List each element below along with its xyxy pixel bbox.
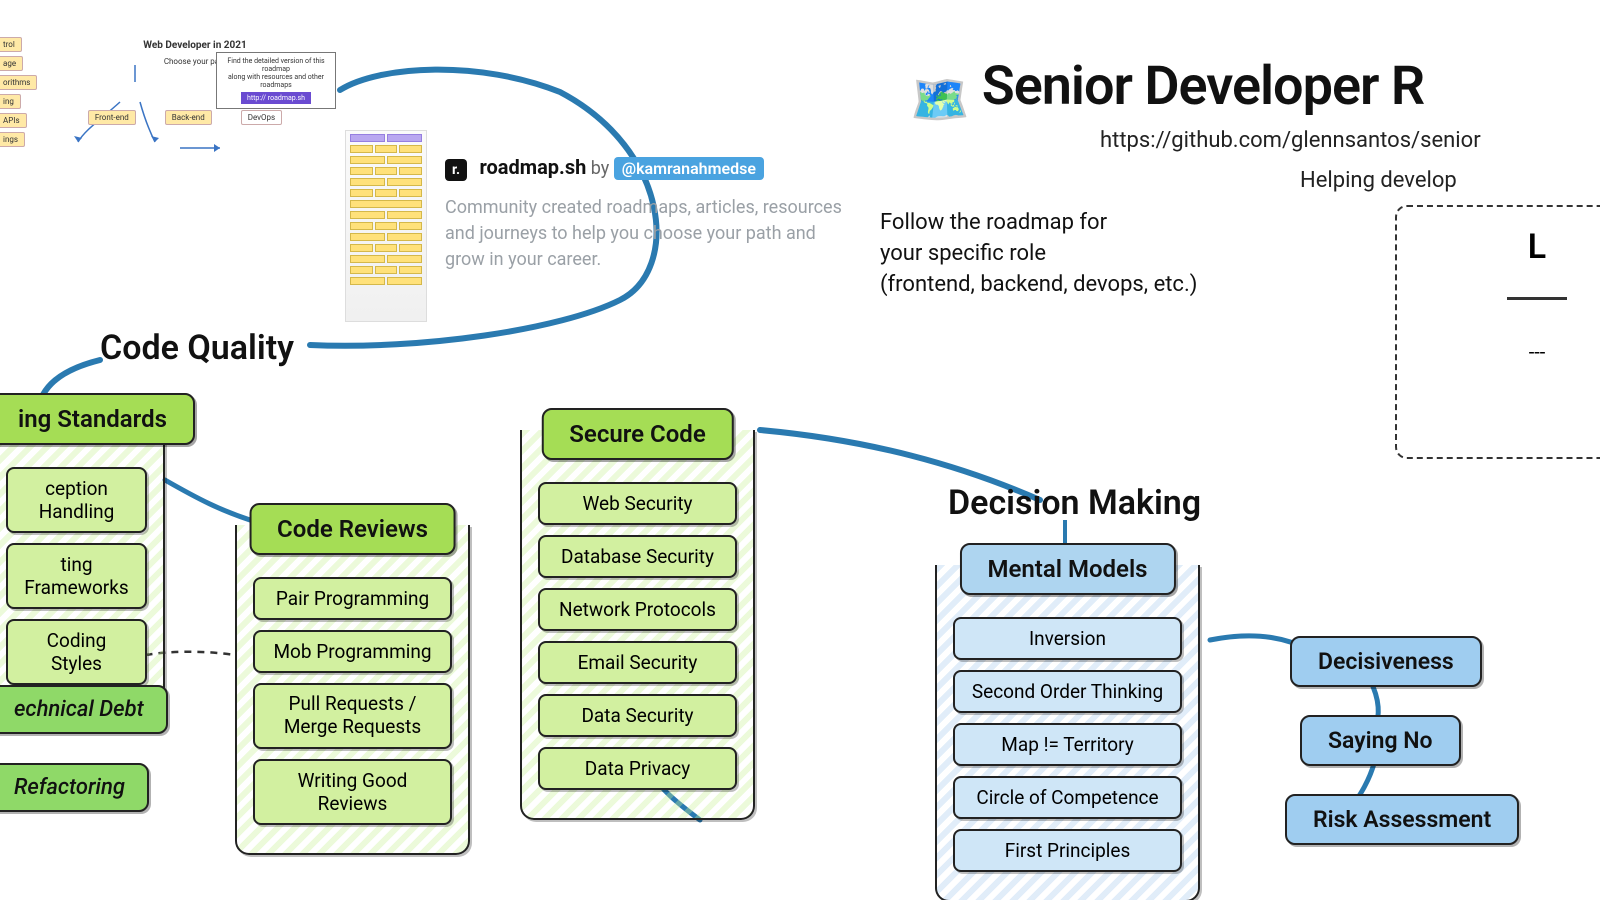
group-coding-standards: ing Standards ception Handling ting Fram…	[0, 415, 165, 715]
legend-optional: ---	[1427, 340, 1600, 364]
follow-line3: (frontend, backend, devops, etc.)	[880, 270, 1197, 301]
repo-url[interactable]: https://github.com/glennsantos/senior	[1100, 128, 1481, 153]
item-pull-requests[interactable]: Pull Requests / Merge Requests	[253, 683, 452, 749]
inset-tag: APIs	[0, 113, 27, 128]
group-head-mental-models[interactable]: Mental Models	[959, 543, 1175, 595]
item-database-security[interactable]: Database Security	[538, 535, 737, 578]
section-code-quality: Code Quality	[100, 328, 294, 368]
item-exception-handling[interactable]: ception Handling	[6, 467, 147, 533]
inset-note-l2: along with resources and other roadmaps	[221, 73, 331, 89]
inset-note-box: Find the detailed version of this roadma…	[216, 52, 336, 109]
section-decision-making: Decision Making	[948, 483, 1201, 523]
roadmapsh-logo-icon: r.	[445, 159, 467, 181]
item-mob-programming[interactable]: Mob Programming	[253, 630, 452, 673]
pill-risk-assessment[interactable]: Risk Assessment	[1285, 794, 1519, 845]
item-second-order-thinking[interactable]: Second Order Thinking	[953, 670, 1182, 713]
follow-line2: your specific role	[880, 239, 1197, 270]
item-network-protocols[interactable]: Network Protocols	[538, 588, 737, 631]
inset-path-backend: Back-end	[165, 110, 212, 125]
roadmapsh-site[interactable]: roadmap.sh	[479, 155, 586, 179]
roadmapsh-thumb	[345, 130, 427, 322]
group-head-code-reviews[interactable]: Code Reviews	[249, 503, 456, 555]
roadmapsh-card: r. roadmap.sh by @kamranahmedse Communit…	[445, 155, 855, 273]
item-pair-programming[interactable]: Pair Programming	[253, 577, 452, 620]
roadmapsh-desc: Community created roadmaps, articles, re…	[445, 195, 855, 273]
pill-decisiveness[interactable]: Decisiveness	[1290, 636, 1482, 687]
map-icon: 🗺️	[910, 71, 970, 128]
pill-refactoring[interactable]: Refactoring	[0, 763, 149, 812]
item-coding-styles[interactable]: Coding Styles	[6, 619, 147, 685]
inset-tag: orithms	[0, 75, 37, 90]
tagline: Helping develop	[1300, 168, 1457, 193]
item-first-principles[interactable]: First Principles	[953, 829, 1182, 872]
item-email-security[interactable]: Email Security	[538, 641, 737, 684]
group-secure-code: Secure Code Web Security Database Securi…	[520, 430, 755, 820]
pill-saying-no[interactable]: Saying No	[1300, 715, 1461, 766]
inset-webdev-2021: trol age orithms ing APIs ings Web Devel…	[0, 40, 340, 127]
page-title-row: 🗺️ Senior Developer R	[910, 55, 1424, 128]
inset-tag: ing	[0, 94, 21, 109]
legend-box: L ---	[1395, 205, 1600, 459]
item-circle-of-competence[interactable]: Circle of Competence	[953, 776, 1182, 819]
group-code-reviews: Code Reviews Pair Programming Mob Progra…	[235, 525, 470, 855]
inset-title: Web Developer in 2021	[50, 40, 340, 51]
group-mental-models: Mental Models Inversion Second Order Thi…	[935, 565, 1200, 900]
legend-title: L	[1427, 227, 1600, 267]
inset-tag: trol	[0, 37, 22, 52]
inset-path-frontend: Front-end	[88, 110, 136, 125]
roadmapsh-author[interactable]: @kamranahmedse	[614, 157, 764, 180]
inset-path-devops: DevOps	[241, 110, 282, 125]
item-data-security[interactable]: Data Security	[538, 694, 737, 737]
page-title: Senior Developer R	[982, 55, 1424, 118]
item-web-security[interactable]: Web Security	[538, 482, 737, 525]
item-inversion[interactable]: Inversion	[953, 617, 1182, 660]
item-map-not-territory[interactable]: Map != Territory	[953, 723, 1182, 766]
inset-tag: age	[0, 56, 23, 71]
inset-tag: ings	[0, 132, 25, 147]
roadmapsh-by: by	[591, 158, 610, 179]
follow-roadmap-text: Follow the roadmap for your specific rol…	[880, 208, 1197, 300]
group-head-secure-code[interactable]: Secure Code	[541, 408, 733, 460]
inset-note-link[interactable]: http:// roadmap.sh	[241, 92, 311, 104]
pill-technical-debt[interactable]: echnical Debt	[0, 685, 168, 734]
follow-line1: Follow the roadmap for	[880, 208, 1197, 239]
group-head-coding-standards[interactable]: ing Standards	[0, 393, 195, 445]
item-writing-good-reviews[interactable]: Writing Good Reviews	[253, 759, 452, 825]
item-data-privacy[interactable]: Data Privacy	[538, 747, 737, 790]
inset-note-l1: Find the detailed version of this roadma…	[221, 57, 331, 73]
item-testing-frameworks[interactable]: ting Frameworks	[6, 543, 147, 609]
